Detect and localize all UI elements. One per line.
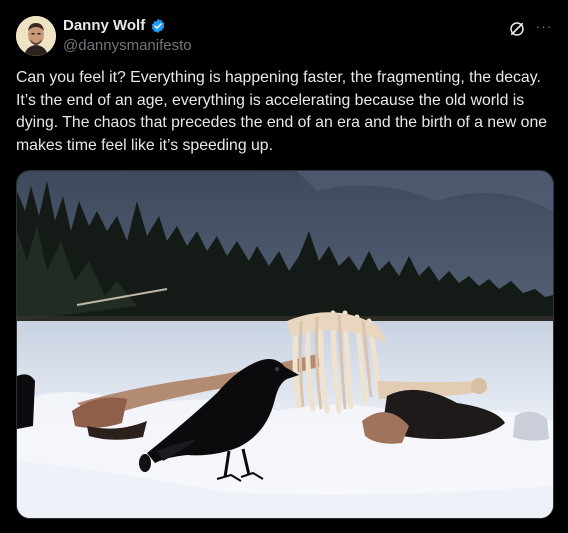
more-options-button[interactable]: ··· xyxy=(533,17,555,39)
tweet-text: Can you feel it? Everything is happening… xyxy=(16,69,548,154)
avatar-image xyxy=(16,16,56,56)
author-handle[interactable]: @dannysmanifesto xyxy=(63,37,192,55)
tweet-card[interactable]: Danny Wolf @dannysmanifesto ··· Can you … xyxy=(0,0,568,533)
raven-carcass-photo xyxy=(17,171,553,518)
display-name[interactable]: Danny Wolf xyxy=(63,16,145,36)
verified-badge-icon xyxy=(150,18,166,34)
grok-slash-icon[interactable] xyxy=(506,18,528,40)
avatar[interactable] xyxy=(16,16,56,56)
author-name-row[interactable]: Danny Wolf xyxy=(63,16,166,36)
tweet-media-photo[interactable] xyxy=(16,170,554,519)
